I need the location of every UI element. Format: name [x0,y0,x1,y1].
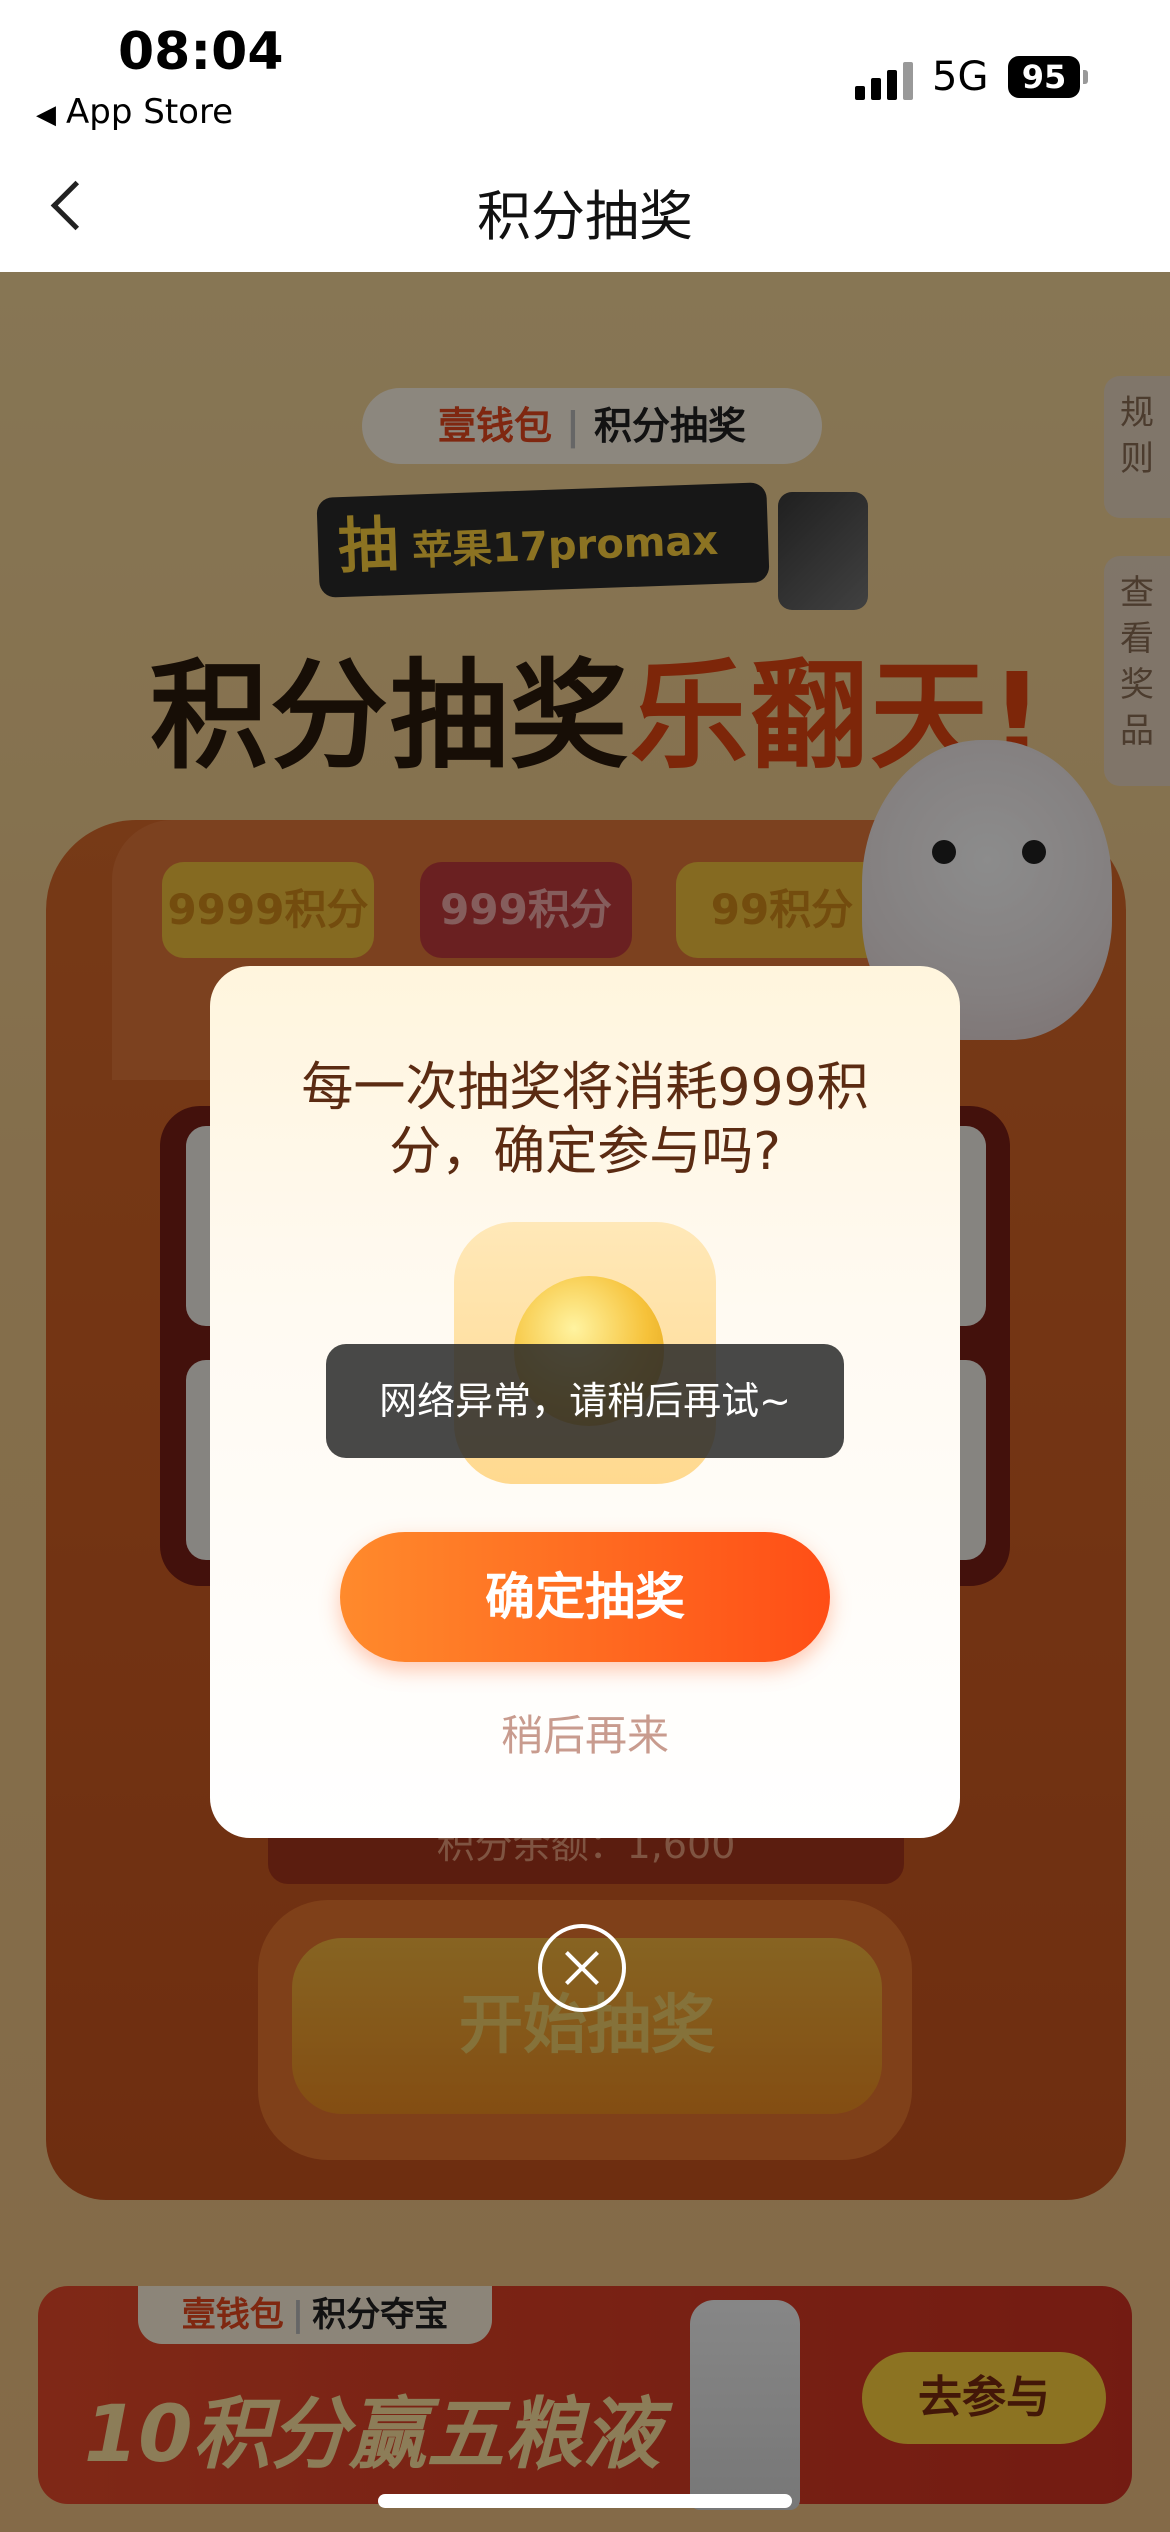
later-link[interactable]: 稍后再来 [340,1702,830,1763]
status-bar: 08:04 ◀ App Store 5G 95 [0,0,1170,140]
back-app-label: App Store [66,92,234,132]
back-to-app-store-link[interactable]: ◀ App Store [36,92,233,132]
navigation-bar: 积分抽奖 [0,140,1170,272]
back-triangle-icon: ◀ [36,100,56,130]
dialog-message: 每一次抽奖将消耗999积分，确定参与吗? [301,1058,869,1182]
error-toast: 网络异常，请稍后再试~ [326,1344,844,1458]
close-icon[interactable] [538,1924,626,2012]
battery-icon: 95 [1008,56,1080,98]
status-time: 08:04 [118,22,284,82]
home-indicator [378,2494,792,2508]
confirm-lottery-button[interactable]: 确定抽奖 [340,1532,830,1662]
signal-icon [855,60,913,100]
network-type: 5G [932,54,989,100]
battery-nub [1083,70,1088,84]
page-title: 积分抽奖 [477,185,693,248]
